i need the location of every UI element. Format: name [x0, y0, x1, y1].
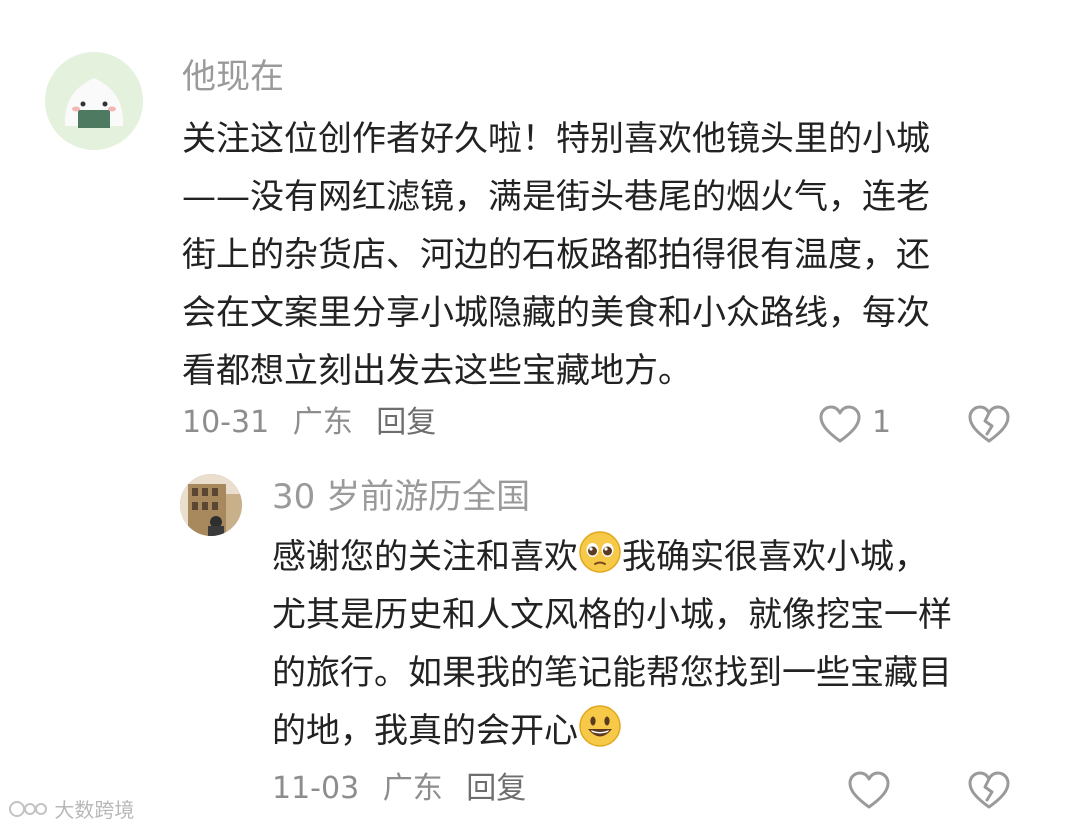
reply-button[interactable]: 回复	[466, 771, 526, 806]
comment-line: 看都想立刻出发去这些宝藏地方。	[182, 351, 692, 391]
comment-line: 街上的杂货店、河边的石板路都拍得很有温度，还	[182, 235, 930, 275]
comment-location: 广东	[292, 405, 353, 440]
reply-date: 11-03	[272, 771, 360, 806]
comment-meta: 10-31 广东 回复	[182, 405, 450, 441]
watermark-logo-icon	[9, 800, 47, 817]
building-photo-avatar-icon	[180, 474, 242, 536]
comment-line: 会在文案里分享小城隐藏的美食和小众路线，每次	[182, 293, 930, 333]
comment-username[interactable]: 他现在	[182, 57, 284, 97]
reply-username[interactable]: 30 岁前游历全国	[272, 477, 530, 517]
reply-line-text: 我确实很喜欢小城，	[622, 537, 928, 577]
reply-location: 广东	[382, 771, 443, 806]
comment-line: ——没有网红滤镜，满是街头巷尾的烟火气，连老	[182, 177, 930, 217]
like-count: 1	[872, 405, 892, 440]
watermark: 大数跨境	[8, 794, 134, 823]
reply-button[interactable]: 回复	[376, 405, 436, 440]
reply-line: 的地，我真的会开心	[272, 702, 952, 760]
rice-ball-avatar-icon	[45, 52, 143, 150]
reply-line-text: 感谢您的关注和喜欢	[272, 537, 578, 577]
reply-meta: 11-03 广东 回复	[272, 771, 540, 807]
reply-line-text: 的地，我真的会开心	[272, 711, 578, 751]
reply-line: 尤其是历史和人文风格的小城，就像挖宝一样	[272, 595, 952, 635]
reply-line: 的旅行。如果我的笔记能帮您找到一些宝藏目	[272, 653, 952, 693]
avatar[interactable]	[45, 52, 143, 150]
smiling-face-emoji-icon	[579, 705, 621, 747]
heart-outline-icon[interactable]	[818, 404, 862, 444]
avatar[interactable]	[180, 474, 242, 536]
comment-date: 10-31	[182, 405, 270, 440]
broken-heart-icon[interactable]	[967, 770, 1011, 810]
watermark-text: 大数跨境	[54, 798, 135, 822]
reply-text: 感谢您的关注和喜欢 我确实很喜欢小城， 尤其是历史和人文风格的小城，就像挖宝一样…	[272, 528, 952, 760]
comment-line: 关注这位创作者好久啦！特别喜欢他镜头里的小城	[182, 119, 930, 159]
comment-text: 关注这位创作者好久啦！特别喜欢他镜头里的小城 ——没有网红滤镜，满是街头巷尾的烟…	[182, 110, 930, 400]
heart-outline-icon[interactable]	[847, 770, 891, 810]
broken-heart-icon[interactable]	[967, 404, 1011, 444]
pleading-face-emoji-icon	[579, 531, 621, 573]
reply-line: 感谢您的关注和喜欢 我确实很喜欢小城，	[272, 528, 952, 586]
